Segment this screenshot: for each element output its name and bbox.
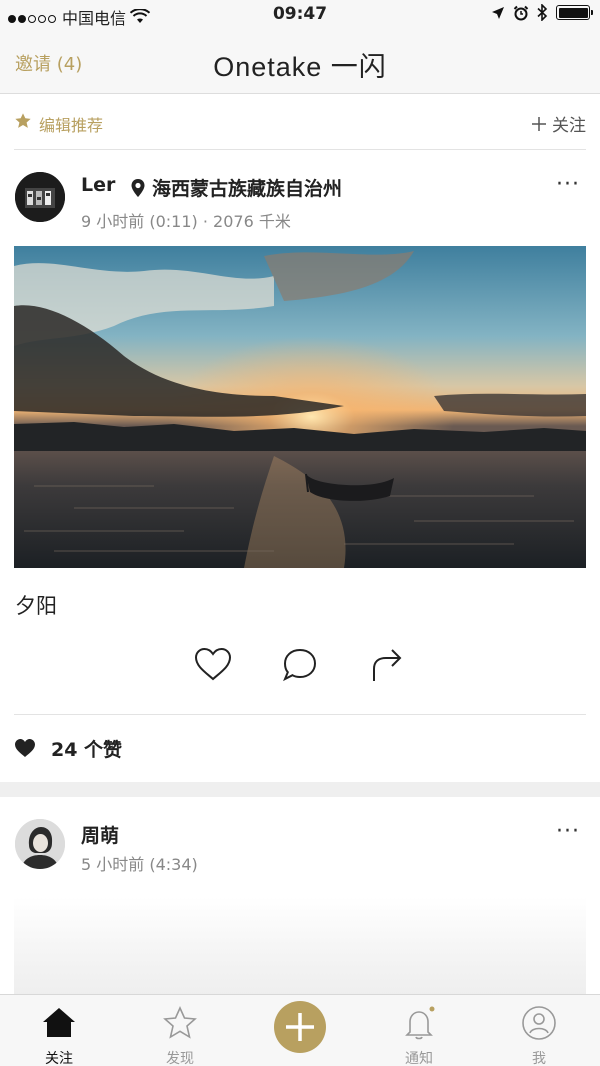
bluetooth-icon xyxy=(537,4,548,21)
post-photo[interactable] xyxy=(14,897,586,997)
tab-discover[interactable]: 发现 xyxy=(135,995,225,1066)
comment-button[interactable] xyxy=(280,645,320,685)
nav-bar: 邀请 (4) Onetake 一闪 xyxy=(0,30,600,94)
post-photo[interactable] xyxy=(14,246,586,568)
post-actions xyxy=(0,645,600,689)
star-icon xyxy=(15,113,31,128)
tab-notifications[interactable]: 通知 xyxy=(374,995,464,1066)
more-options-button[interactable]: ··· xyxy=(556,819,580,844)
follow-label: 关注 xyxy=(552,116,586,136)
comment-icon xyxy=(283,648,317,682)
location-arrow-icon xyxy=(492,6,504,19)
post-meta: 9 小时前 (0:11) · 2076 千米 xyxy=(81,212,291,231)
star-icon xyxy=(163,1006,197,1039)
share-button[interactable] xyxy=(366,645,406,685)
post-location[interactable]: 海西蒙古族藏族自治州 xyxy=(130,174,342,201)
post-meta: 5 小时前 (4:34) xyxy=(81,855,198,874)
status-bar: 中国电信 09:47 xyxy=(0,0,600,30)
follow-button[interactable]: 关注 xyxy=(532,111,586,136)
alarm-icon xyxy=(513,5,529,20)
post-username[interactable]: 周萌 xyxy=(81,821,119,848)
battery-icon xyxy=(556,5,593,20)
tab-following[interactable]: 关注 xyxy=(14,995,104,1066)
status-icons xyxy=(491,4,593,21)
editors-pick-header: 编辑推荐 关注 xyxy=(14,94,586,150)
likes-count: 24 个赞 xyxy=(51,739,123,761)
tab-label: 我 xyxy=(532,1051,546,1066)
app-title: Onetake 一闪 xyxy=(213,52,387,82)
location-pin-icon xyxy=(131,178,145,197)
create-button[interactable] xyxy=(274,1001,326,1053)
location-label: 海西蒙古族藏族自治州 xyxy=(152,178,343,200)
tab-label: 通知 xyxy=(405,1051,433,1066)
share-arrow-icon xyxy=(373,649,402,681)
profile-icon xyxy=(522,1006,556,1040)
heart-outline-icon xyxy=(194,647,232,681)
avatar[interactable] xyxy=(15,172,65,222)
like-button[interactable] xyxy=(193,645,233,685)
likes-row[interactable]: 24 个赞 xyxy=(14,714,586,778)
bell-icon xyxy=(405,1006,435,1040)
avatar[interactable] xyxy=(15,819,65,869)
plus-icon xyxy=(532,116,546,131)
more-options-button[interactable]: ··· xyxy=(556,172,580,197)
post-divider xyxy=(0,782,600,797)
tab-label: 发现 xyxy=(166,1051,194,1066)
tab-label: 关注 xyxy=(45,1051,73,1066)
plus-icon xyxy=(286,1013,314,1041)
home-icon xyxy=(43,1008,75,1037)
tab-me[interactable]: 我 xyxy=(494,995,584,1066)
post-caption: 夕阳 xyxy=(15,594,57,618)
editors-pick-label: 编辑推荐 xyxy=(39,116,104,135)
tab-bar: 关注 发现 通知 我 xyxy=(0,994,600,1066)
heart-filled-icon xyxy=(15,739,35,757)
post-card: 周萌 5 小时前 (4:34) ··· xyxy=(0,797,600,997)
post-username[interactable]: Ler xyxy=(81,174,115,196)
